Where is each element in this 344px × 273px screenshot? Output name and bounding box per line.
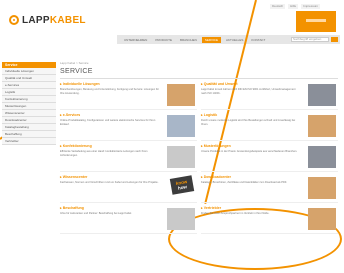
- card-e-services[interactable]: e-Services Online-Produktkatalog, Konfig…: [60, 113, 197, 141]
- banner-label: [306, 19, 326, 22]
- service-grid: Individuelle Lösungen Branchenlösungen, …: [60, 82, 338, 234]
- card-text: Online-Produktkatalog, Konfiguratoren un…: [60, 119, 156, 126]
- know-how-badge[interactable]: know how: [169, 175, 195, 195]
- card-title[interactable]: Downloadcenter: [201, 175, 231, 179]
- lapp-kabel-logo[interactable]: LAPPKABEL: [9, 14, 86, 26]
- sidebar: Service Individuelle Lösungen Qualität u…: [2, 62, 56, 145]
- card-image[interactable]: [308, 84, 336, 106]
- card-text: Lapp Kabel ist seit Jahren nach DIN EN I…: [201, 88, 296, 95]
- card-text: Branchenlösungen, Beratung und Unterstüt…: [60, 88, 159, 95]
- header-banner: [296, 11, 336, 32]
- utility-link-imprint[interactable]: Impressum: [301, 4, 320, 9]
- card-text: Effiziente Verkabelung aus einer Hand: k…: [60, 150, 148, 157]
- sidebar-item-individuelle-loesungen[interactable]: Individuelle Lösungen: [2, 68, 56, 75]
- card-image[interactable]: [167, 84, 195, 106]
- card-text: Finden Sie Ihren Ansprechpartner im Vert…: [201, 212, 270, 215]
- card-text: Unsere Produkte in der Praxis: Anwendung…: [201, 150, 298, 153]
- card-image[interactable]: [308, 177, 336, 199]
- divider: [60, 78, 338, 79]
- card-qualitaet[interactable]: Qualität und Umwelt Lapp Kabel ist seit …: [201, 82, 338, 110]
- sidebar-item-katalogbestellung[interactable]: Katalogbestellung: [2, 124, 56, 131]
- search-button[interactable]: [331, 37, 338, 42]
- nav-item-unternehmen[interactable]: UNTERNEHMEN: [121, 37, 150, 43]
- utility-link-language[interactable]: Deutsch: [270, 4, 286, 9]
- breadcrumb[interactable]: Lapp Kabel > Service: [60, 61, 89, 65]
- sidebar-item-e-services[interactable]: e-Services: [2, 82, 56, 89]
- card-image[interactable]: [167, 115, 195, 137]
- card-konfektionierung[interactable]: Konfektionierung Effiziente Verkabelung …: [60, 144, 197, 172]
- card-title[interactable]: Qualität und Umwelt: [201, 82, 238, 86]
- header: LAPPKABEL Deutsch Hilfe Impressum: [0, 0, 344, 34]
- card-image[interactable]: [308, 146, 336, 168]
- sidebar-item-vertriebler[interactable]: Vertriebler: [2, 138, 56, 145]
- card-title[interactable]: Vertriebler: [201, 206, 221, 210]
- sidebar-item-wissenscenter[interactable]: Wissenscenter: [2, 110, 56, 117]
- card-image[interactable]: [167, 146, 195, 168]
- card-vertriebler[interactable]: Vertriebler Finden Sie Ihren Ansprechpar…: [201, 206, 338, 234]
- card-logistik[interactable]: Logistik Durch unsere moderne Logistik s…: [201, 113, 338, 141]
- sidebar-item-logistik[interactable]: Logistik: [2, 89, 56, 96]
- card-title[interactable]: Wissenscenter: [60, 175, 88, 179]
- nav-item-aktuelles[interactable]: AKTUELLES: [223, 37, 246, 43]
- sidebar-item-musterloesungen[interactable]: Musterlösungen: [2, 103, 56, 110]
- sidebar-item-beschaffung[interactable]: Beschaffung: [2, 131, 56, 138]
- card-image[interactable]: [308, 115, 336, 137]
- nav-item-branchen[interactable]: BRANCHEN: [177, 37, 200, 43]
- logo-text: LAPPKABEL: [22, 14, 86, 26]
- card-title[interactable]: Konfektionierung: [60, 144, 92, 148]
- card-title[interactable]: e-Services: [60, 113, 81, 117]
- nav-item-produkte[interactable]: PRODUKTE: [152, 37, 175, 43]
- utility-links: Deutsch Hilfe Impressum: [270, 4, 320, 9]
- card-text: Kataloge, Broschüren, Zertifikate und Da…: [201, 181, 287, 184]
- card-title[interactable]: Individuelle Lösungen: [60, 82, 100, 86]
- page-title: SERVICE: [60, 68, 93, 75]
- card-text: Fachwissen, Normen und Vorschriften rund…: [60, 181, 159, 184]
- card-image[interactable]: [167, 208, 195, 230]
- card-title[interactable]: Musterlösungen: [201, 144, 231, 148]
- sidebar-item-konfektionierung[interactable]: Konfektionierung: [2, 96, 56, 103]
- search-input[interactable]: Suchbegriff eingeben: [291, 37, 329, 42]
- utility-link-help[interactable]: Hilfe: [288, 4, 299, 9]
- card-image[interactable]: [308, 208, 336, 230]
- card-individuelle-loesungen[interactable]: Individuelle Lösungen Branchenlösungen, …: [60, 82, 197, 110]
- card-downloadcenter[interactable]: Downloadcenter Kataloge, Broschüren, Zer…: [201, 175, 338, 203]
- page: LAPPKABEL Deutsch Hilfe Impressum UNTERN…: [0, 0, 344, 273]
- card-text: Infos für Lieferanten und Partner: Besch…: [60, 212, 132, 215]
- card-text: Durch unsere moderne Logistik sind Ihre …: [201, 119, 296, 126]
- card-beschaffung[interactable]: Beschaffung Infos für Lieferanten und Pa…: [60, 206, 197, 234]
- sidebar-item-qualitaet[interactable]: Qualität und Umwelt: [2, 75, 56, 82]
- nav-item-service[interactable]: SERVICE: [201, 36, 221, 43]
- card-musterloesungen[interactable]: Musterlösungen Unsere Produkte in der Pr…: [201, 144, 338, 172]
- main-navigation: UNTERNEHMEN PRODUKTE BRANCHEN SERVICE AK…: [117, 35, 340, 44]
- card-title[interactable]: Beschaffung: [60, 206, 84, 210]
- card-wissenscenter[interactable]: Wissenscenter Fachwissen, Normen und Vor…: [60, 175, 197, 203]
- logo-mark-icon: [9, 15, 19, 25]
- card-title[interactable]: Logistik: [201, 113, 217, 117]
- nav-item-kontakt[interactable]: KONTAKT: [248, 37, 268, 43]
- sidebar-item-downloadcenter[interactable]: Downloadcenter: [2, 117, 56, 124]
